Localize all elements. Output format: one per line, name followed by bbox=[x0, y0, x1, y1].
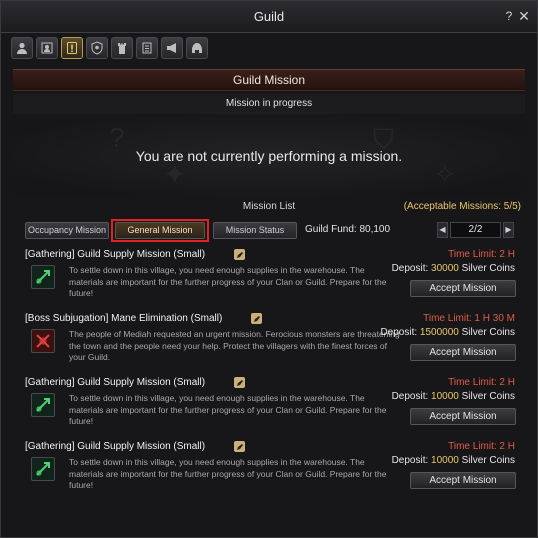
gathering-icon bbox=[31, 265, 55, 289]
edit-icon[interactable] bbox=[251, 313, 262, 324]
tab-helmet[interactable] bbox=[186, 37, 208, 59]
deposit-label: Deposit: bbox=[391, 455, 429, 466]
gathering-icon bbox=[31, 457, 55, 481]
mission-status-button[interactable]: Mission Status bbox=[213, 222, 297, 239]
exclamation-icon bbox=[67, 42, 77, 54]
tab-emblem[interactable] bbox=[86, 37, 108, 59]
edit-icon[interactable] bbox=[234, 441, 245, 452]
tab-scroll[interactable] bbox=[136, 37, 158, 59]
deposit-amount: 30000 bbox=[431, 263, 459, 274]
person-icon bbox=[17, 42, 27, 54]
title-bar[interactable]: Guild ? ✕ bbox=[1, 1, 537, 33]
tab-horn[interactable] bbox=[161, 37, 183, 59]
mission-name: [Boss Subjugation] Mane Elimination (Sma… bbox=[25, 313, 223, 324]
boss-icon bbox=[31, 329, 55, 353]
guild-tab-bar bbox=[11, 37, 208, 61]
deposit-amount: 10000 bbox=[431, 391, 459, 402]
deposit-unit: Silver Coins bbox=[461, 455, 515, 466]
mission-description: To settle down in this village, you need… bbox=[69, 457, 387, 490]
mission-item: [Gathering] Guild Supply Mission (Small)… bbox=[25, 377, 521, 435]
no-mission-message: You are not currently performing a missi… bbox=[135, 148, 403, 164]
horn-icon bbox=[167, 43, 176, 53]
mission-list-title: Mission List bbox=[242, 201, 296, 212]
gathering-icon bbox=[31, 393, 55, 417]
mission-item: [Gathering] Guild Supply Mission (Small)… bbox=[25, 249, 521, 307]
tab-tower[interactable] bbox=[111, 37, 133, 59]
mission-name: [Gathering] Guild Supply Mission (Small) bbox=[25, 377, 206, 388]
edit-icon[interactable] bbox=[234, 377, 245, 388]
deposit-label: Deposit: bbox=[391, 263, 429, 274]
guild-fund: Guild Fund: 80,100 bbox=[305, 224, 391, 235]
accept-mission-button[interactable]: Accept Mission bbox=[410, 472, 516, 489]
emblem-icon bbox=[91, 41, 103, 55]
scroll-icon bbox=[142, 42, 152, 54]
deposit: Deposit: 10000 Silver Coins bbox=[392, 455, 515, 466]
deposit: Deposit: 30000 Silver Coins bbox=[392, 263, 515, 274]
help-button[interactable]: ? bbox=[502, 9, 516, 23]
mission-name: [Gathering] Guild Supply Mission (Small) bbox=[25, 249, 206, 260]
acceptable-missions-count: (Acceptable Missions: 5/5) bbox=[403, 201, 521, 212]
mission-description: To settle down in this village, you need… bbox=[69, 265, 387, 298]
deposit: Deposit: 10000 Silver Coins bbox=[392, 391, 515, 402]
deposit-amount: 10000 bbox=[431, 455, 459, 466]
members-icon bbox=[41, 42, 53, 54]
close-button[interactable]: ✕ bbox=[517, 9, 531, 23]
tab-members[interactable] bbox=[36, 37, 58, 59]
window-title: Guild bbox=[253, 9, 285, 24]
accept-mission-button[interactable]: Accept Mission bbox=[410, 280, 516, 297]
page-indicator: 2/2 bbox=[450, 222, 501, 238]
guild-mission-header: Guild Mission bbox=[13, 69, 525, 91]
tab-person[interactable] bbox=[11, 37, 33, 59]
edit-icon[interactable] bbox=[234, 249, 245, 260]
deposit-unit: Silver Coins bbox=[461, 327, 515, 338]
mission-in-progress-label: Mission in progress bbox=[13, 94, 525, 114]
time-limit: Time Limit: 2 H bbox=[448, 441, 515, 452]
occupancy-mission-button[interactable]: Occupancy Mission bbox=[25, 222, 109, 239]
deposit-amount: 1500000 bbox=[419, 327, 459, 338]
time-limit: Time Limit: 2 H bbox=[448, 249, 515, 260]
mission-description: To settle down in this village, you need… bbox=[69, 393, 387, 426]
deposit-unit: Silver Coins bbox=[461, 263, 515, 274]
deposit-label: Deposit: bbox=[380, 327, 418, 338]
mission-item: [Gathering] Guild Supply Mission (Small)… bbox=[25, 441, 521, 499]
deposit-label: Deposit: bbox=[391, 391, 429, 402]
mission-description: The people of Mediah requested an urgent… bbox=[69, 329, 400, 362]
accept-mission-button[interactable]: Accept Mission bbox=[410, 408, 516, 425]
tab-missions[interactable] bbox=[61, 37, 83, 59]
general-mission-highlight bbox=[111, 219, 209, 242]
tower-icon bbox=[118, 43, 126, 54]
page-next-button[interactable]: ▶ bbox=[503, 222, 514, 238]
guild-window: Guild ? ✕ Guild Mission Mission in progr… bbox=[0, 0, 538, 538]
accept-mission-button[interactable]: Accept Mission bbox=[410, 344, 516, 361]
page-prev-button[interactable]: ◀ bbox=[437, 222, 448, 238]
deposit-unit: Silver Coins bbox=[461, 391, 515, 402]
deposit: Deposit: 1500000 Silver Coins bbox=[380, 327, 515, 338]
mission-item: [Boss Subjugation] Mane Elimination (Sma… bbox=[25, 313, 521, 371]
helmet-icon bbox=[192, 43, 202, 53]
mission-name: [Gathering] Guild Supply Mission (Small) bbox=[25, 441, 206, 452]
time-limit: Time Limit: 2 H bbox=[448, 377, 515, 388]
time-limit: Time Limit: 1 H 30 M bbox=[423, 313, 515, 324]
